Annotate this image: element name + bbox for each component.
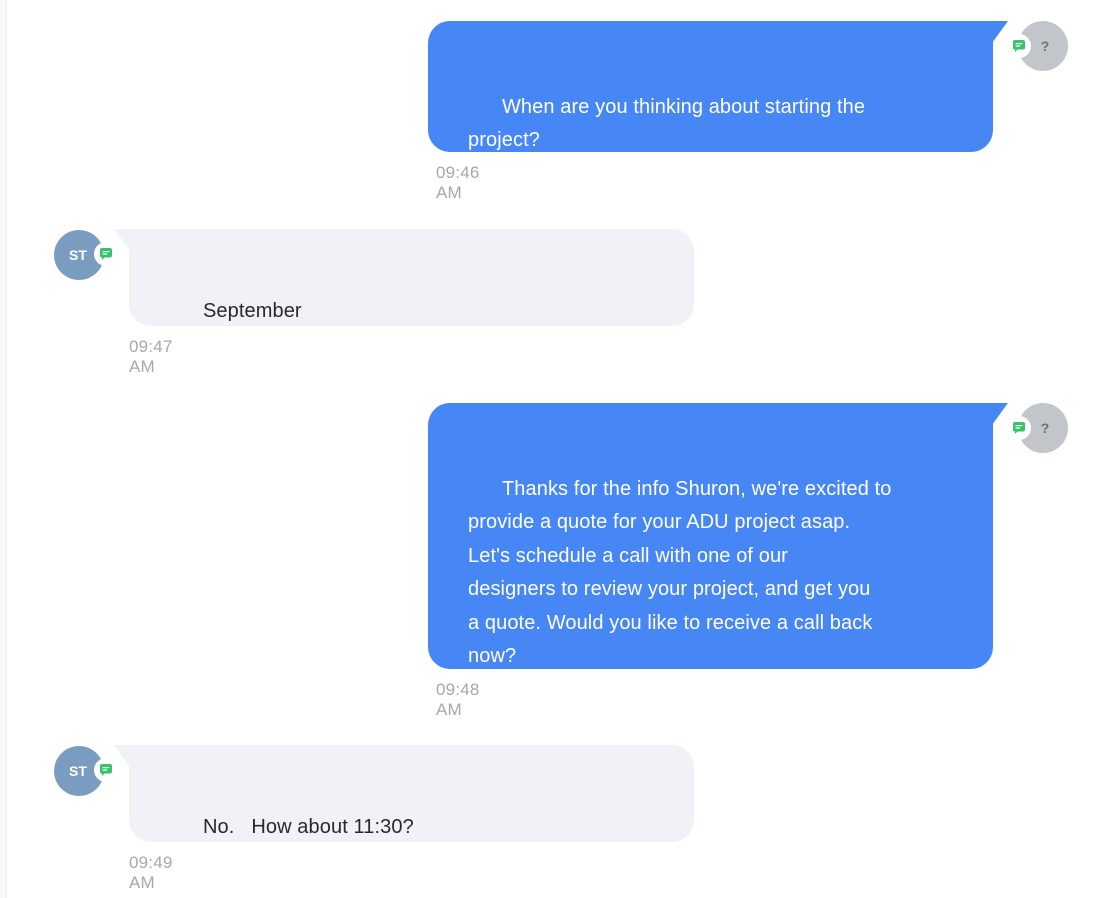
message-timestamp: 09:46 AM [436,163,480,202]
avatar-initials: ? [1040,38,1050,54]
sms-chat-icon [1007,416,1031,440]
message-thread[interactable]: When are you thinking about starting the… [0,0,1100,898]
bubble-tail [114,745,130,767]
bubble-tail [992,21,1008,43]
message-timestamp: 09:49 AM [129,853,173,892]
message-text: When are you thinking about starting the… [468,95,866,152]
avatar-initials: ST [69,247,87,263]
message-text: Thanks for the info Shuron, we're excite… [468,477,892,668]
bubble-tail [992,403,1008,425]
message-bubble-outgoing[interactable]: Thanks for the info Shuron, we're excite… [428,403,993,669]
message-timestamp: 09:48 AM [436,680,480,719]
message-timestamp: 09:47 AM [129,337,173,376]
message-bubble-incoming[interactable]: September [129,229,694,326]
avatar-initials: ? [1040,420,1050,436]
message-bubble-incoming[interactable]: No. How about 11:30? [129,745,694,842]
bubble-tail [114,229,130,251]
avatar-initials: ST [69,763,87,779]
message-text: September [202,299,302,322]
message-text: No. How about 11:30? [202,815,414,838]
sms-chat-icon [1007,34,1031,58]
message-bubble-outgoing[interactable]: When are you thinking about starting the… [428,21,993,152]
